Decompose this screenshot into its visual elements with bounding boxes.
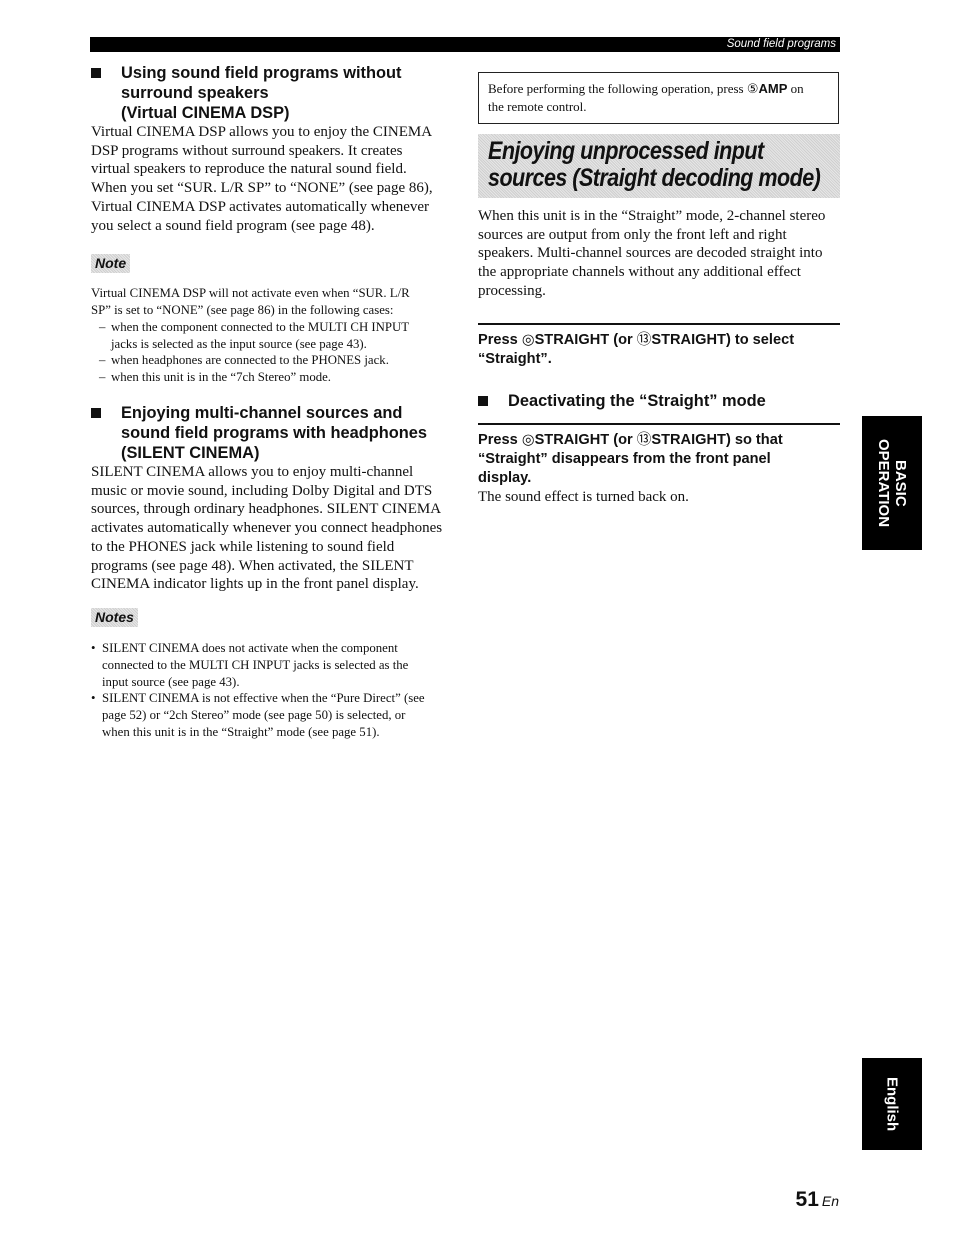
note-intro: Virtual CINEMA DSP will not activate eve… <box>91 286 410 318</box>
section-title-banner: Enjoying unprocessed input sources (Stra… <box>478 134 840 198</box>
virtual-cinema-heading: Using sound field programs without surro… <box>91 63 456 123</box>
step-divider <box>478 422 840 425</box>
side-tab-english[interactable]: English <box>862 1058 922 1150</box>
notes-label: Notes <box>91 607 138 627</box>
note-item: – when this unit is in the “7ch Stereo” m… <box>99 370 331 385</box>
notes-item: • SILENT CINEMA does not activate when th… <box>91 640 409 689</box>
amp-key-label: AMP <box>758 81 788 96</box>
right-column: Before performing the following operatio… <box>478 72 840 506</box>
note-section: Note Virtual CINEMA DSP will not activat… <box>91 254 456 386</box>
notes-item: • SILENT CINEMA is not effective when the… <box>91 691 425 739</box>
prerequisite-box: Before performing the following operatio… <box>478 72 839 124</box>
side-tab-basic-operation[interactable]: BASIC OPERATION <box>862 416 922 550</box>
square-bullet-icon <box>91 408 101 418</box>
step-select-straight: Press ◎STRAIGHT (or ⑬STRAIGHT) to select… <box>478 330 795 367</box>
straight-intro: When this unit is in the “Straight” mode… <box>478 208 826 299</box>
step-deactivate-straight: Press ◎STRAIGHT (or ⑬STRAIGHT) so that “… <box>478 430 783 486</box>
square-bullet-icon <box>91 68 101 78</box>
page-number: 51 En <box>795 1188 839 1211</box>
straight-button-icon: ◎ <box>521 330 535 348</box>
remote-button-13-icon: ⑬ <box>636 330 652 348</box>
banner-title-line: Enjoying unprocessed input <box>488 137 764 165</box>
remote-button-13-icon: ⑬ <box>636 430 652 448</box>
deactivate-heading: Deactivating the “Straight” mode <box>478 391 840 411</box>
note-item: – when the component connected to the MUL… <box>99 319 410 351</box>
step-divider <box>478 322 840 325</box>
straight-button-icon: ◎ <box>521 430 535 448</box>
note-item: – when headphones are connected to the PH… <box>99 353 389 368</box>
button-number-5-icon: ⑤ <box>746 82 759 97</box>
section-header-bar: Sound field programs <box>90 37 840 52</box>
section-label: Sound field programs <box>726 38 836 50</box>
banner-title-line: sources (Straight decoding mode) <box>488 164 821 192</box>
notes-section: Notes • SILENT CINEMA does not activate w… <box>91 607 456 741</box>
deactivate-result: The sound effect is turned back on. <box>478 488 689 505</box>
silent-cinema-body: SILENT CINEMA allows you to enjoy multi-… <box>91 464 443 593</box>
square-bullet-icon <box>478 395 488 406</box>
note-label: Note <box>91 254 131 274</box>
virtual-cinema-body: Virtual CINEMA DSP allows you to enjoy t… <box>91 124 433 234</box>
silent-cinema-heading: Enjoying multi-channel sources and sound… <box>91 403 456 463</box>
left-column: Using sound field programs without surro… <box>91 63 456 741</box>
